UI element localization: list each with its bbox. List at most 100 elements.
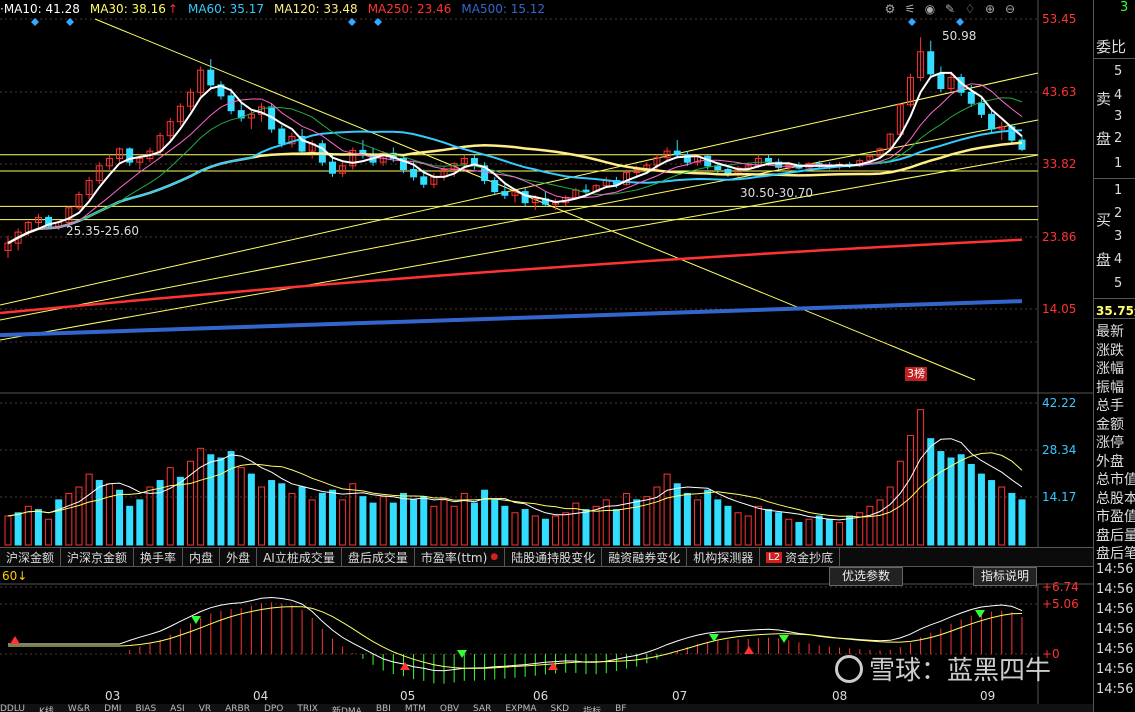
volume-bar: [917, 409, 925, 546]
sell-level: 4: [1114, 88, 1123, 103]
signal-diamond-icon: [348, 18, 356, 26]
bottom-tab[interactable]: 指标: [583, 704, 601, 712]
tick-time: 14:56: [1096, 582, 1134, 597]
candle-body: [207, 69, 215, 86]
quote-sidebar: 3 委比 5 卖 4 3 盘 2 1 1 买 2 3 盘 4 5 35.75元 …: [1093, 0, 1135, 712]
current-price: 35.75元: [1096, 304, 1135, 318]
params-button[interactable]: 优选参数: [829, 567, 903, 586]
watermark-text: 雪球：蓝黑四牛: [869, 656, 1052, 686]
volume-bar: [430, 505, 438, 546]
month-label: 04: [253, 689, 269, 703]
bottom-tab[interactable]: TRIX: [297, 704, 318, 712]
zoom-in-icon[interactable]: ⊕: [983, 2, 997, 16]
month-label: 03: [105, 689, 121, 703]
zoom-out-icon[interactable]: ⊖: [1003, 2, 1017, 16]
volume-bar: [14, 512, 22, 546]
volume-bar: [967, 463, 975, 546]
volume-bar: [156, 480, 164, 546]
bottom-tab[interactable]: SAR: [473, 704, 491, 712]
candle-body: [420, 176, 428, 185]
tab-label: 市盈率(ttm): [420, 550, 488, 565]
help-button[interactable]: 指标说明: [973, 567, 1037, 586]
adjust-icon[interactable]: ⚟: [903, 2, 917, 16]
sell-level: 3: [1114, 109, 1123, 124]
bottom-tab[interactable]: BF: [615, 704, 626, 712]
volume-bar: [724, 505, 732, 546]
bottom-tab[interactable]: 新DMA: [332, 704, 362, 712]
bottom-tab[interactable]: ASI: [170, 704, 185, 712]
volume-bar: [886, 486, 894, 546]
bottom-tab[interactable]: W&R: [68, 704, 90, 712]
bottom-tab[interactable]: DPO: [264, 704, 283, 712]
ma-legend-item: MA120: 33.48: [274, 2, 358, 16]
indicator-tab[interactable]: 市盈率(ttm) ●: [415, 548, 506, 566]
indicator-tab[interactable]: AI立桩成交量: [257, 548, 342, 566]
bottom-tab[interactable]: DMI: [104, 704, 121, 712]
stock-chart[interactable]: [0, 0, 1093, 712]
volume-bar: [795, 521, 803, 546]
bottom-tab[interactable]: EXPMA: [505, 704, 536, 712]
bottom-tab[interactable]: DDLU: [0, 704, 25, 712]
indicator-tab[interactable]: 融资融券变化: [602, 548, 688, 566]
volume-bar: [805, 518, 813, 546]
draw-icon[interactable]: ✎: [943, 2, 957, 16]
chart-toolbar: ⚙ ⚟ ◉ ✎ ♢ ⊕ ⊖: [883, 2, 1017, 16]
weibi-label: 委比: [1096, 38, 1127, 56]
volume-bar: [825, 518, 833, 546]
buy-level: 5: [1114, 276, 1123, 291]
bottom-tab[interactable]: MTM: [405, 704, 426, 712]
bottom-tab[interactable]: ARBR: [225, 704, 250, 712]
volume-bar: [592, 505, 600, 546]
indicator-tab[interactable]: 盘后成交量: [342, 548, 415, 566]
volume-bar: [85, 473, 93, 546]
level2-badge: L2: [766, 551, 783, 563]
buy-arrow-icon: [744, 646, 754, 654]
indicator-tab[interactable]: 沪深金额: [0, 548, 62, 566]
volume-bar: [785, 518, 793, 546]
volume-bar: [268, 480, 276, 546]
indicator-tab[interactable]: 沪深京金额: [61, 548, 135, 566]
indicator-tab[interactable]: 外盘: [220, 548, 258, 566]
candle-body: [724, 169, 732, 174]
indicator-tab[interactable]: 换手率: [134, 548, 184, 566]
rank-badge[interactable]: 3榜: [905, 367, 927, 381]
indicator-tab[interactable]: 内盘: [183, 548, 221, 566]
indicator-tabbar: 沪深金额 沪深京金额 换手率 内盘 外盘 AI立桩成交量 盘后成交量 市盈率(ttm) ● 陆股通…: [0, 547, 1093, 567]
indicator-tab[interactable]: 机构探测器: [687, 548, 761, 566]
settings-icon[interactable]: ⚙: [883, 2, 897, 16]
volume-bar: [531, 515, 539, 546]
tab-label: 机构探测器: [693, 550, 754, 565]
eye-icon[interactable]: ◉: [923, 2, 937, 16]
volume-bar: [623, 492, 631, 546]
quote-field-label: 振幅: [1096, 379, 1124, 396]
price-axis-label: 14.05: [1042, 302, 1077, 316]
signal-diamond-icon: [908, 18, 916, 26]
bottom-tab[interactable]: K线: [39, 704, 54, 712]
volume-bar: [775, 512, 783, 546]
tick-time: 14:56: [1096, 662, 1134, 677]
sell-label: 盘: [1096, 130, 1112, 148]
bottom-tab[interactable]: SKD: [551, 704, 570, 712]
high-price-label: 50.98: [942, 29, 977, 43]
bottom-tab[interactable]: BBI: [376, 704, 391, 712]
quote-field-label: 涨跌: [1096, 342, 1124, 359]
volume-bar: [328, 489, 336, 546]
bottom-tab[interactable]: OBV: [440, 704, 459, 712]
indicator-tab[interactable]: 陆股通持股变化: [505, 548, 603, 566]
sell-label: 卖: [1096, 90, 1112, 108]
tab-label: 外盘: [226, 550, 251, 565]
candle-body: [977, 102, 985, 115]
volume-bar: [420, 496, 428, 546]
volume-axis-label: 42.22: [1042, 396, 1077, 410]
tab-label: 融资融券变化: [608, 550, 681, 565]
bottom-tab[interactable]: BIAS: [135, 704, 156, 712]
ma30-line: [7, 97, 1023, 244]
indicator-tab[interactable]: L2 资金抄底: [760, 548, 841, 566]
signal-diamond-icon: [31, 18, 39, 26]
candle-body: [988, 113, 996, 130]
volume-bar: [947, 457, 955, 546]
bell-icon[interactable]: ♢: [963, 2, 977, 16]
volume-bar: [116, 489, 124, 546]
bottom-tab[interactable]: VR: [199, 704, 211, 712]
sell-arrow-icon: [975, 610, 985, 618]
